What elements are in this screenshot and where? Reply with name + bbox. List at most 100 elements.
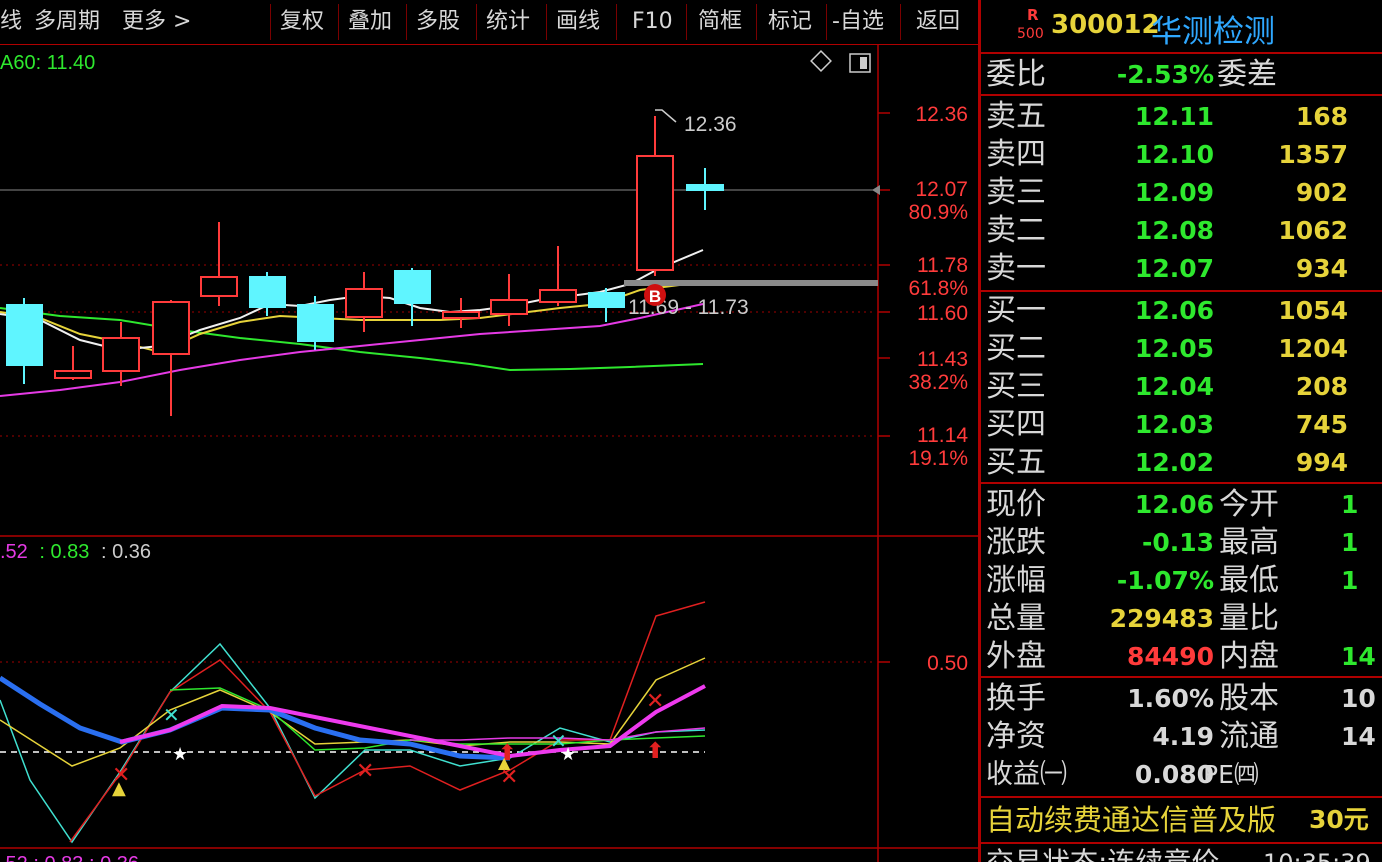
sell-signal-icon: ✕ <box>646 689 664 714</box>
stat-label: 收益㈠ <box>986 759 1067 790</box>
order-price: 12.07 <box>1134 254 1214 283</box>
fibonacci-percent-label: 80.9% <box>908 201 968 224</box>
candle-bull <box>345 288 383 318</box>
stat-value: 1 <box>1341 490 1359 519</box>
weibi-value: -2.53% <box>1116 60 1214 89</box>
price-axis-label: 12.07 <box>915 178 968 201</box>
sub-axis-label: 0.50 <box>927 652 968 675</box>
order-price: 12.04 <box>1134 372 1214 401</box>
order-level-label: 买一 <box>986 293 1046 328</box>
stats-row: 涨幅 -1.07% 最低 1 <box>981 562 1382 600</box>
stat-value: -1.07% <box>1116 566 1214 595</box>
stats2-divider <box>981 676 1382 678</box>
stat-label: 今开 <box>1219 487 1279 522</box>
stat-value: 10 <box>1341 684 1376 713</box>
candle-bull <box>152 301 190 355</box>
candlesticks <box>6 116 724 416</box>
order-volume: 934 <box>1295 254 1348 283</box>
stats-row: 现价 12.06 今开 1 <box>981 486 1382 524</box>
order-level-label: 买五 <box>986 445 1046 480</box>
stock-name: 华测检测 <box>1151 14 1275 50</box>
stat-label: 最高 <box>1219 525 1279 560</box>
current-price-marker <box>872 185 880 195</box>
buy-row[interactable]: 买五 12.02 994 <box>981 444 1382 482</box>
sell-signal-icon: ✕ <box>356 759 374 784</box>
buy-row[interactable]: 买四 12.03 745 <box>981 406 1382 444</box>
order-level-label: 卖四 <box>986 137 1046 172</box>
stat-label: PE㈣ <box>1203 760 1259 789</box>
order-volume: 745 <box>1295 410 1348 439</box>
stats-row: 换手 1.60% 股本 10 <box>981 680 1382 718</box>
candle-bear <box>394 270 431 304</box>
stat-label: 涨幅 <box>986 563 1046 598</box>
trading-status-bar: 交易状态:连续竞价 10:35:39 <box>981 844 1382 862</box>
order-price: 12.08 <box>1134 216 1214 245</box>
candle-bull <box>442 311 480 319</box>
sell-signal-icon: ✕ <box>500 765 518 790</box>
kline-chart-area[interactable]: A60: 11.40 12.36 12.07 80.9% 11.78 61.8%… <box>0 0 980 862</box>
ad-divider <box>981 796 1382 798</box>
indicator-value-a: .52 <box>0 541 28 563</box>
stats-row: 净资 4.19 流通 14 <box>981 718 1382 756</box>
sell-row[interactable]: 卖三 12.09 902 <box>981 174 1382 212</box>
weicha-label: 委差 <box>1217 57 1277 92</box>
stat-label: 换手 <box>986 681 1046 716</box>
buy-row[interactable]: 买三 12.04 208 <box>981 368 1382 406</box>
risk-badge-top: R <box>1027 6 1039 24</box>
price-gridlines <box>0 189 875 663</box>
order-price: 12.11 <box>1134 102 1214 131</box>
stats-row: 总量 229483 量比 <box>981 600 1382 638</box>
panel-toggle-icon[interactable] <box>849 53 871 73</box>
stock-header[interactable]: R 500 300012 华测检测 <box>981 0 1382 52</box>
stat-value: -0.13 <box>1141 528 1214 557</box>
buy-signal-badge[interactable]: B <box>644 284 666 306</box>
order-price: 12.10 <box>1134 140 1214 169</box>
signal-up-arrow-icon: ▲ <box>112 778 126 799</box>
order-level-label: 买二 <box>986 331 1046 366</box>
buy-row[interactable]: 买二 12.05 1204 <box>981 330 1382 368</box>
stats-row: 收益㈠ 0.080 PE㈣ <box>981 756 1382 794</box>
price-axis-label: 12.36 <box>915 103 968 126</box>
stat-value: 14 <box>1341 722 1376 751</box>
candle-bull <box>490 299 528 315</box>
risk-badge-bottom: 500 <box>1017 26 1044 42</box>
header-divider <box>981 52 1382 54</box>
trading-status-text: 交易状态:连续竞价 <box>986 844 1219 862</box>
candle-bear-current <box>686 184 724 191</box>
weibi-divider <box>981 94 1382 96</box>
price-axis-ticks <box>878 112 890 663</box>
trading-time: 10:35:39 <box>1263 844 1371 862</box>
stat-label: 外盘 <box>986 639 1046 674</box>
cross-signal-icon: ✕ <box>163 703 180 727</box>
candle-bull <box>54 370 92 379</box>
price-axis-label: 11.78 <box>917 254 968 277</box>
sell-row[interactable]: 卖五 12.11 168 <box>981 98 1382 136</box>
stat-value: 1.60% <box>1127 684 1214 713</box>
sell-row[interactable]: 卖二 12.08 1062 <box>981 212 1382 250</box>
order-volume: 1054 <box>1278 296 1348 325</box>
svg-text:B: B <box>649 287 661 306</box>
buy-arrow-icon: ⬆ <box>646 739 664 764</box>
sell-row[interactable]: 卖一 12.07 934 <box>981 250 1382 288</box>
ad-text: 自动续费通达信普及版 <box>986 803 1277 837</box>
stats-row: 外盘 84490 内盘 14 <box>981 638 1382 676</box>
stat-value: 229483 <box>1109 604 1214 633</box>
stat-value: 1 <box>1341 566 1359 595</box>
order-volume: 1357 <box>1278 140 1348 169</box>
candle-bull <box>636 155 674 271</box>
order-volume: 902 <box>1295 178 1348 207</box>
sell-row[interactable]: 卖四 12.10 1357 <box>981 136 1382 174</box>
fibonacci-range-bar <box>624 280 878 286</box>
renewal-ad-banner[interactable]: 自动续费通达信普及版 30元 <box>981 800 1382 840</box>
fibonacci-percent-label: 19.1% <box>908 447 968 470</box>
indicator-value-c: : 0.36 <box>101 541 151 563</box>
price-axis-label: 11.60 <box>917 302 968 325</box>
buy-row[interactable]: 买一 12.06 1054 <box>981 292 1382 330</box>
candle-bear <box>588 292 625 308</box>
fibonacci-percent-label: 38.2% <box>908 371 968 394</box>
order-level-label: 卖五 <box>986 99 1046 134</box>
order-level-label: 卖三 <box>986 175 1046 210</box>
diamond-icon[interactable] <box>810 50 832 72</box>
indicator-label: .52 : 0.83 : 0.36 <box>0 541 151 563</box>
high-price-annotation: 12.36 <box>684 113 737 136</box>
